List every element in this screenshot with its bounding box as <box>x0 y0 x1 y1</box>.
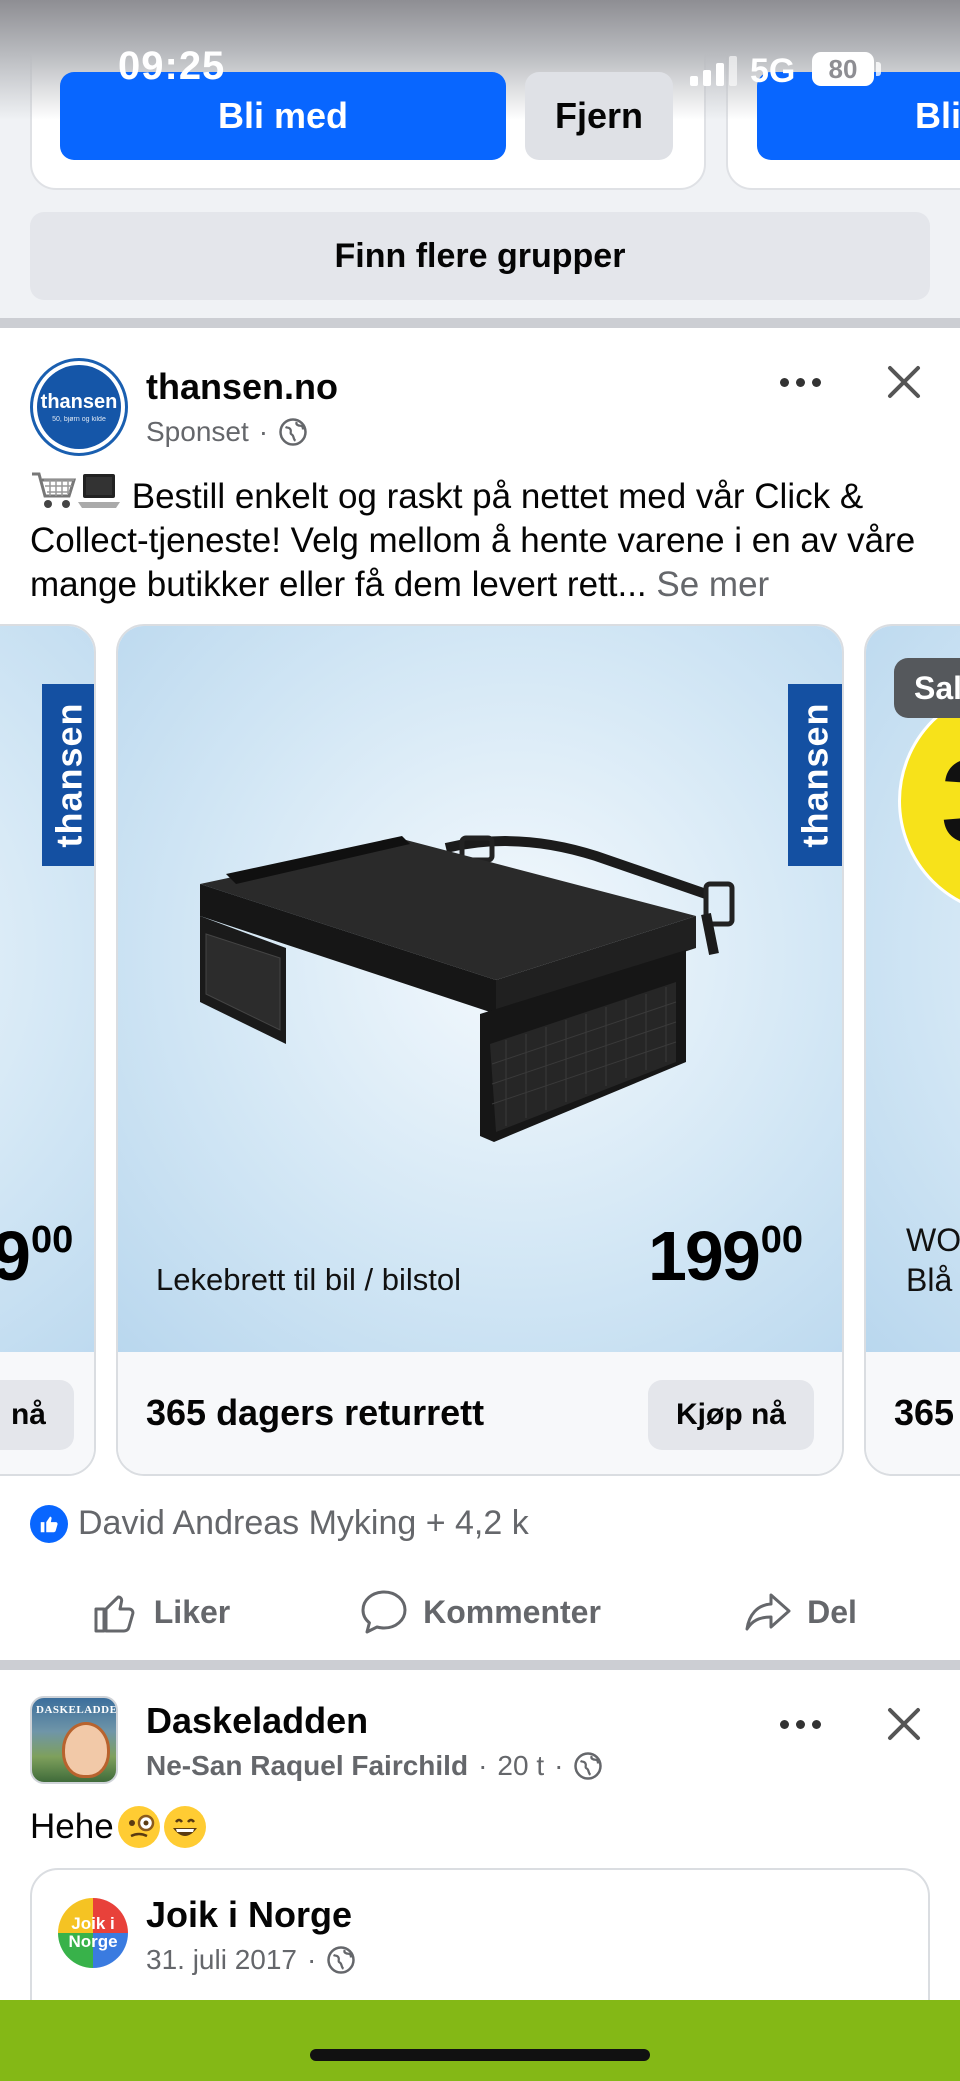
return-policy-text: 365 <box>894 1392 955 1433</box>
shared-post-date[interactable]: 31. juli 2017 <box>146 1944 297 1976</box>
meta-dot: · <box>554 1750 564 1781</box>
product-name: Lekebrett til bil / bilstol <box>156 1262 461 1297</box>
like-reaction-icon <box>30 1504 68 1543</box>
home-indicator[interactable] <box>310 2049 650 2061</box>
product-name: WOW Blå <box>906 1222 960 1298</box>
share-button[interactable]: Del <box>640 1574 960 1650</box>
monocle-face-emoji-icon <box>117 1806 160 1848</box>
more-options-icon[interactable] <box>772 1710 828 1738</box>
post-actions: Liker Kommenter Del <box>0 1574 960 1650</box>
share-icon <box>745 1593 791 1631</box>
avatar-brand-text: thansen <box>40 391 118 413</box>
card-footer: nå <box>0 1352 94 1474</box>
shared-avatar-text: Joik i Norge <box>68 1914 118 1951</box>
see-more-link[interactable]: Se mer <box>656 565 769 604</box>
globe-icon <box>279 418 307 446</box>
buy-now-button[interactable]: nå <box>0 1380 74 1450</box>
post-meta: Ne-San Raquel Fairchild · 20 t · <box>146 1750 603 1782</box>
shared-group-avatar[interactable]: Joik i Norge <box>58 1898 128 1968</box>
status-time: 09:25 <box>118 44 226 88</box>
battery-icon: 80 <box>812 52 874 86</box>
laptop-icon <box>78 474 120 508</box>
reactions-text: David Andreas Myking + 4,2 k <box>78 1504 529 1542</box>
grinning-face-emoji-icon <box>163 1806 206 1848</box>
globe-icon <box>574 1752 603 1780</box>
meta-dot: · <box>307 1944 317 1975</box>
post-body: Bestill enkelt og raskt på nettet med vå… <box>30 470 940 607</box>
post-meta: Sponset · <box>146 416 308 448</box>
meta-dot: · <box>478 1750 488 1781</box>
brand-tag: thansen <box>42 684 94 866</box>
product-carousel[interactable]: thansen 900 nå thansen Lekebret <box>0 624 960 1478</box>
shared-post-meta: 31. juli 2017 · <box>146 1944 356 1976</box>
group-avatar[interactable]: DASKELADDEN <box>30 1696 118 1784</box>
carousel-card[interactable]: thansen 900 nå <box>0 624 96 1476</box>
sale-tag: Sal <box>894 658 960 718</box>
find-more-groups-button[interactable]: Finn flere grupper <box>30 212 930 300</box>
page-name[interactable]: thansen.no <box>146 366 338 408</box>
signal-icon <box>690 56 737 86</box>
globe-icon <box>327 1946 356 1974</box>
battery-tip <box>876 62 881 76</box>
reactions-summary[interactable]: David Andreas Myking + 4,2 k <box>30 1504 529 1543</box>
post-body-text: Bestill enkelt og raskt på nettet med vå… <box>30 477 916 604</box>
comment-button[interactable]: Kommenter <box>320 1574 640 1650</box>
car-tray-product-image <box>200 835 735 1142</box>
thumbs-up-icon <box>94 1595 135 1633</box>
feed-divider <box>0 318 960 328</box>
group-avatar-label: DASKELADDEN <box>36 1704 118 1716</box>
brand-tag: thansen <box>788 684 842 866</box>
close-icon[interactable] <box>884 1704 924 1744</box>
shopping-cart-icon <box>32 472 76 508</box>
product-price: 19900 <box>648 1217 804 1295</box>
feed-divider <box>0 1660 960 1670</box>
post-body: Hehe <box>30 1806 206 1848</box>
like-button[interactable]: Liker <box>0 1574 320 1650</box>
product-price: 900 <box>0 1217 74 1295</box>
page-avatar[interactable]: thansen 50, bjørn og kilde <box>30 358 128 456</box>
comment-icon <box>361 1590 407 1634</box>
card-footer: 365 dagers returrett Kjøp nå <box>118 1352 842 1474</box>
avatar-sub-text: 50, bjørn og kilde <box>52 416 106 423</box>
buy-now-button[interactable]: Kjøp nå <box>648 1380 814 1450</box>
carousel-card[interactable]: thansen Lekebrett til bil / bilstol 1990… <box>116 624 844 1476</box>
post-body-text: Hehe <box>30 1807 114 1846</box>
card-footer: 365 <box>866 1352 960 1474</box>
shared-group-name[interactable]: Joik i Norge <box>146 1894 352 1936</box>
sponsored-label: Sponset <box>146 416 249 447</box>
close-icon[interactable] <box>884 362 924 402</box>
carousel-card[interactable]: 3 Sal WOW Blå 365 <box>864 624 960 1476</box>
remove-group-button[interactable]: Fjern <box>525 72 673 160</box>
more-options-icon[interactable] <box>772 368 828 396</box>
meta-dot: · <box>258 416 269 447</box>
post-time[interactable]: 20 t <box>497 1750 544 1782</box>
avatar-face <box>62 1722 110 1778</box>
bottom-bar <box>0 2000 960 2081</box>
group-name[interactable]: Daskeladden <box>146 1700 368 1742</box>
network-type: 5G <box>750 52 796 90</box>
return-policy-text: 365 dagers returrett <box>146 1392 485 1433</box>
author-name[interactable]: Ne-San Raquel Fairchild <box>146 1750 468 1782</box>
